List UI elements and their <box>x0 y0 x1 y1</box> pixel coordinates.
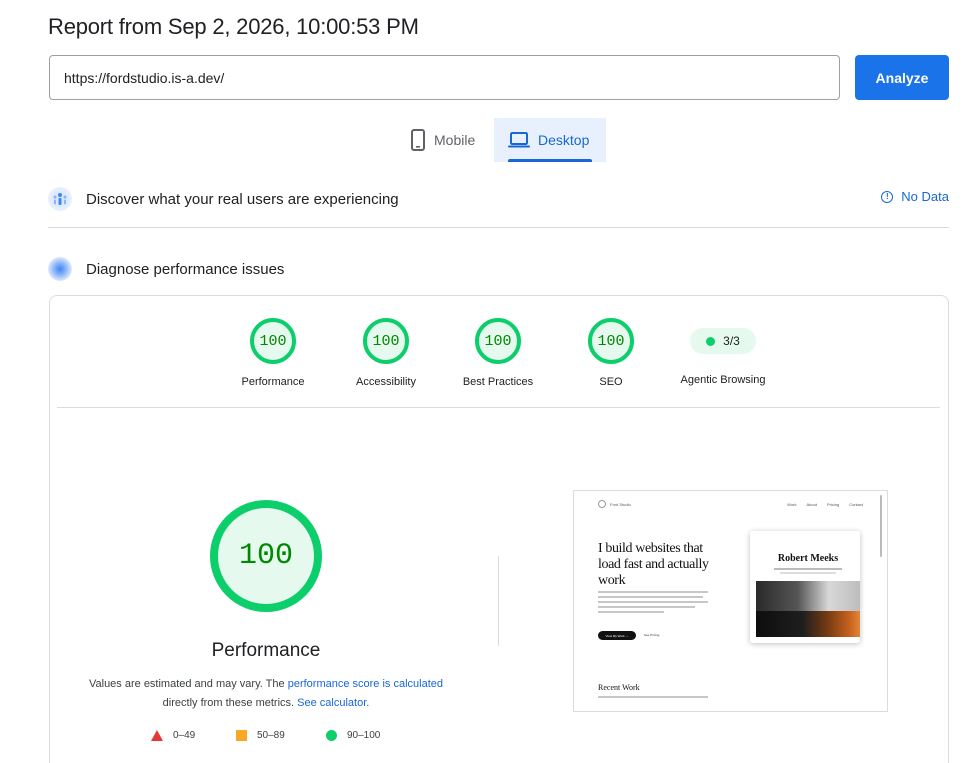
page-title: Report from Sep 2, 2026, 10:00:53 PM <box>48 14 419 39</box>
performance-main-label: Performance <box>211 640 321 661</box>
discover-title: Discover what your real users are experi… <box>86 190 399 208</box>
performance-score: 100 <box>250 318 296 364</box>
smartphone-icon <box>411 129 425 151</box>
preview-nav-link: Work <box>787 501 797 507</box>
performance-label: Performance <box>241 376 305 388</box>
diagnose-icon <box>48 257 72 281</box>
users-icon <box>48 187 72 211</box>
preview-nav-link: Pricing <box>826 501 840 507</box>
tab-mobile-label: Mobile <box>434 132 476 148</box>
vertical-divider <box>498 556 499 646</box>
gauge-seo[interactable]: 100 SEO <box>556 318 666 388</box>
card-divider <box>57 407 940 408</box>
calculator-link[interactable]: See calculator. <box>297 697 369 709</box>
performance-score-link[interactable]: performance score is calculated <box>288 678 443 690</box>
best-practices-label: Best Practices <box>462 376 534 388</box>
diagnose-section: Diagnose performance issues <box>48 256 949 282</box>
info-icon: ! <box>881 190 894 203</box>
agentic-pill: 3/3 <box>690 328 756 354</box>
accessibility-score: 100 <box>363 318 409 364</box>
accessibility-label: Accessibility <box>356 376 416 388</box>
gauge-agentic-browsing[interactable]: 3/3 Agentic Browsing <box>668 318 778 386</box>
legend-fail-label: 0–49 <box>173 730 196 741</box>
pass-dot-icon <box>706 336 716 346</box>
preview-card-photo-2 <box>756 611 860 637</box>
discover-section: Discover what your real users are experi… <box>48 186 949 212</box>
estimate-note: Values are estimated and may vary. The p… <box>66 675 466 713</box>
preview-nav: Ford Studio Work About Pricing Contact <box>598 499 863 509</box>
gauge-accessibility[interactable]: 100 Accessibility <box>331 318 441 388</box>
agentic-score: 3/3 <box>723 334 740 348</box>
url-input[interactable] <box>49 55 840 100</box>
seo-label: SEO <box>599 376 623 388</box>
legend-fail: 0–49 <box>151 730 195 741</box>
legend-average: 50–89 <box>236 730 285 741</box>
preview-card: Robert Meeks <box>756 537 860 637</box>
tab-desktop-label: Desktop <box>538 132 590 148</box>
preview-logo-icon <box>598 500 606 508</box>
preview-card-subtitle <box>774 568 842 570</box>
preview-secondary-cta: See Pricing <box>644 633 660 637</box>
preview-recent-text <box>598 696 708 698</box>
tab-mobile[interactable]: Mobile <box>396 118 492 162</box>
average-square-icon <box>236 730 247 741</box>
fail-triangle-icon <box>151 730 163 741</box>
best-practices-score: 100 <box>475 318 521 364</box>
no-data-label: No Data <box>901 189 949 204</box>
agentic-label: Agentic Browsing <box>680 374 766 386</box>
gauge-performance[interactable]: 100 Performance <box>218 318 328 388</box>
preview-recent-heading: Recent Work <box>598 683 640 692</box>
preview-primary-cta: View My Work → <box>598 631 636 640</box>
preview-card-subtitle-2 <box>780 572 836 574</box>
no-data-link[interactable]: ! No Data <box>881 189 949 204</box>
gauge-best-practices[interactable]: 100 Best Practices <box>443 318 553 388</box>
preview-nav-links: Work About Pricing Contact <box>787 502 863 507</box>
preview-card-photo <box>756 581 860 611</box>
pass-circle-icon <box>326 730 337 741</box>
section-divider <box>48 227 949 228</box>
laptop-icon <box>508 132 530 148</box>
preview-nav-link: Contact <box>849 501 863 507</box>
tab-desktop[interactable]: Desktop <box>494 118 606 162</box>
preview-card-name: Robert Meeks <box>777 553 839 564</box>
seo-score: 100 <box>588 318 634 364</box>
legend-average-label: 50–89 <box>257 730 285 741</box>
legend-pass: 90–100 <box>326 730 380 741</box>
analyze-button[interactable]: Analyze <box>855 55 949 100</box>
preview-headline: I build websites that load fast and actu… <box>598 541 709 588</box>
performance-main-gauge: 100 <box>210 500 322 612</box>
note-prefix: Values are estimated and may vary. The <box>88 678 288 690</box>
diagnose-title: Diagnose performance issues <box>86 260 285 278</box>
preview-scrollbar <box>880 495 882 557</box>
page-screenshot-preview: Ford Studio Work About Pricing Contact I… <box>573 490 888 712</box>
preview-paragraph <box>598 591 708 616</box>
preview-site-name: Ford Studio <box>610 501 631 507</box>
note-mid: directly from these metrics. <box>162 697 298 709</box>
preview-nav-link: About <box>806 501 817 507</box>
legend-pass-label: 90–100 <box>347 730 381 741</box>
